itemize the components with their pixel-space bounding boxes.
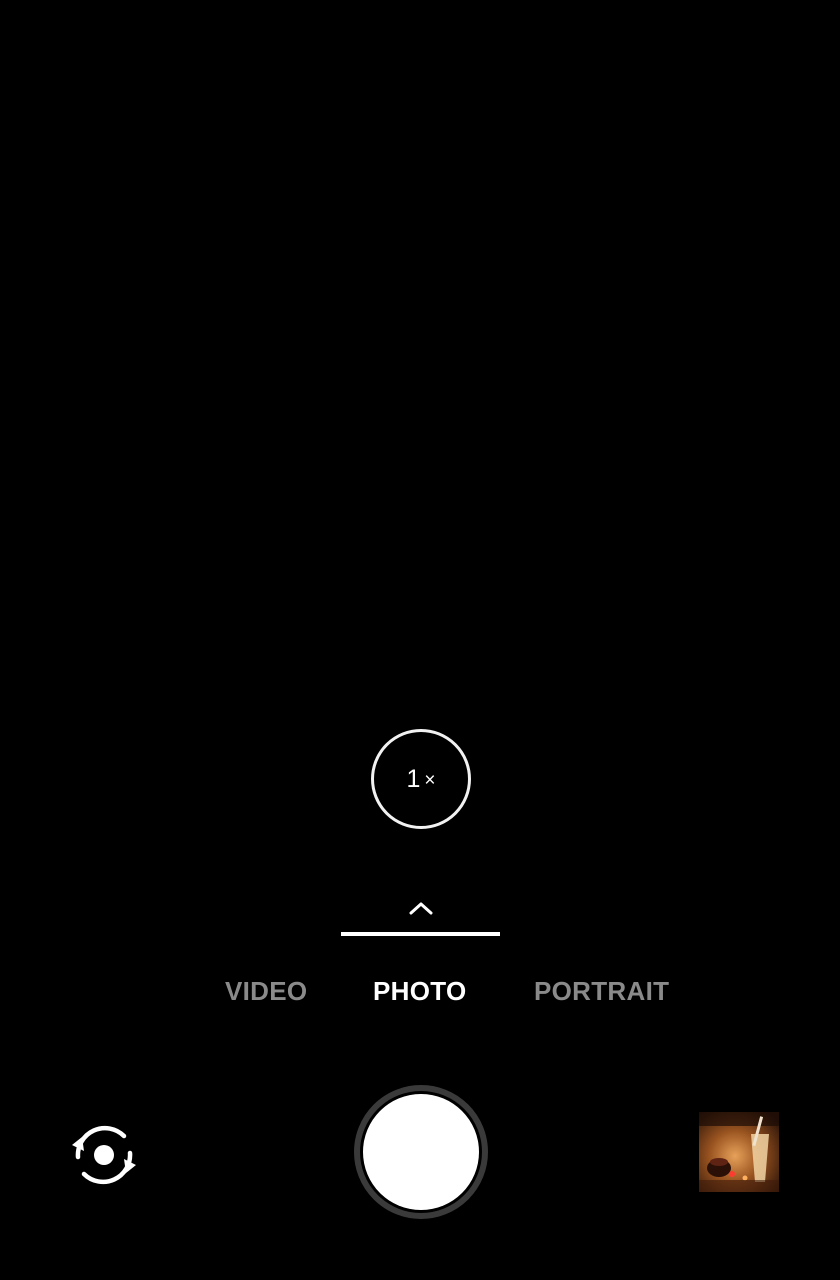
chevron-up-icon[interactable]: [405, 895, 437, 921]
zoom-unit: ×: [424, 770, 436, 791]
shutter-core: [363, 1094, 479, 1210]
shutter-button[interactable]: [354, 1085, 488, 1219]
mode-tab-portrait[interactable]: PORTRAIT: [534, 976, 669, 1007]
mode-tab-video[interactable]: VIDEO: [225, 976, 307, 1007]
mode-tab-photo[interactable]: PHOTO: [373, 976, 466, 1007]
zoom-value: 1: [406, 764, 422, 793]
camera-switch-icon[interactable]: [64, 1115, 144, 1195]
mode-selected-indicator: [341, 932, 500, 936]
zoom-button[interactable]: 1 ×: [371, 729, 471, 829]
gallery-thumbnail[interactable]: [699, 1112, 779, 1192]
